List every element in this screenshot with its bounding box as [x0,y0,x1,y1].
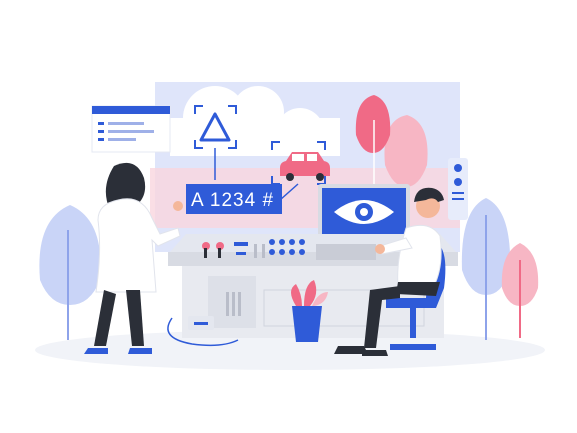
browser-window-icon [91,105,171,153]
side-panel [448,158,468,220]
illustration: A 1234 # [0,0,577,433]
license-plate: A 1234 # [186,184,282,214]
tree-left-large [39,205,101,340]
tree-right-pink [501,243,539,338]
surveillance-scene: A 1234 # [35,82,545,370]
plate-text: A 1234 # [191,190,274,211]
